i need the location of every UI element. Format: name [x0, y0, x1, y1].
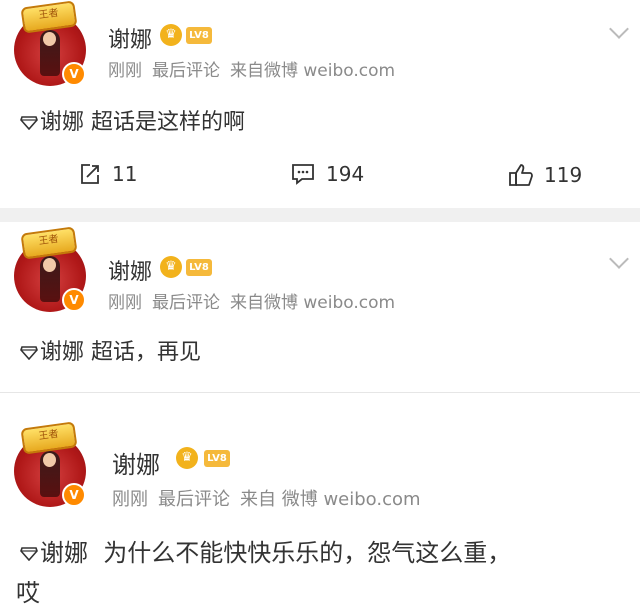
- crown-icon: ♛: [176, 447, 198, 469]
- post-meta: 刚刚 最后评论 来自 微博 weibo.com: [112, 485, 431, 511]
- comment-button[interactable]: 194: [290, 162, 364, 186]
- avatar-face: [43, 258, 56, 272]
- post-time: 刚刚: [112, 489, 148, 510]
- avatar-face: [43, 32, 56, 46]
- post-meta: 刚刚 最后评论 来自微博 weibo.com: [108, 288, 405, 313]
- verified-v-icon: V: [62, 288, 86, 312]
- username[interactable]: 谢娜: [108, 22, 152, 54]
- crown-icon: ♛: [160, 256, 182, 278]
- level-badge: LV8: [186, 27, 212, 44]
- super-topic-diamond-icon: [20, 547, 38, 561]
- post-source: 来自微博 weibo.com: [230, 293, 396, 313]
- repost-button[interactable]: 11: [78, 162, 137, 186]
- verified-v-icon: V: [62, 62, 86, 86]
- chevron-down-icon[interactable]: [609, 249, 629, 269]
- post-text: 超话，再见: [91, 340, 202, 365]
- chevron-down-icon[interactable]: [609, 19, 629, 39]
- super-topic-diamond-icon: [20, 116, 38, 130]
- post-text-line2: 哎: [16, 579, 40, 607]
- level-badge: LV8: [204, 450, 230, 467]
- post-meta: 刚刚 最后评论 来自微博 weibo.com: [108, 56, 405, 81]
- username[interactable]: 谢娜: [112, 445, 160, 480]
- super-topic-tag[interactable]: 谢娜: [40, 110, 84, 135]
- super-topic-diamond-icon: [20, 346, 38, 360]
- post-source: 来自微博 weibo.com: [230, 61, 396, 81]
- username[interactable]: 谢娜: [108, 254, 152, 286]
- verified-v-icon: V: [62, 483, 86, 507]
- comment-icon: [292, 164, 314, 185]
- post-time: 刚刚: [108, 293, 142, 313]
- post-time: 刚刚: [108, 61, 142, 81]
- post-source: 来自 微博 weibo.com: [240, 489, 421, 510]
- post-sort: 最后评论: [152, 61, 220, 81]
- post-text: 超话是这样的啊: [91, 110, 246, 135]
- comment-count: 194: [326, 162, 365, 186]
- repost-count: 11: [112, 162, 138, 186]
- like-count: 119: [544, 163, 583, 187]
- post-text-line1: 为什么不能快快乐乐的，怨气这么重，: [103, 539, 512, 567]
- super-topic-tag[interactable]: 谢娜: [40, 340, 84, 365]
- post-content: 谢娜 为什么不能快快乐乐的，怨气这么重，: [20, 533, 511, 568]
- post-separator: [0, 208, 640, 222]
- post-2: 王者 V 谢娜 ♛ LV8 刚刚 最后评论 来自微博 weibo.com 谢娜 超话…: [0, 222, 640, 390]
- like-button[interactable]: 119: [508, 162, 582, 188]
- repost-icon: [81, 164, 99, 184]
- post-content: 谢娜 超话是这样的啊: [20, 104, 245, 136]
- super-topic-tag[interactable]: 谢娜: [40, 539, 88, 567]
- level-badge: LV8: [186, 259, 212, 276]
- post-sort: 最后评论: [152, 293, 220, 313]
- like-icon: [509, 164, 533, 186]
- post-content: 谢娜 超话，再见: [20, 334, 201, 366]
- post-1: 王者 V 谢娜 ♛ LV8 刚刚 最后评论 来自微博 weibo.com 谢娜 超话…: [0, 0, 640, 208]
- avatar-face: [43, 453, 56, 467]
- post-sort: 最后评论: [158, 489, 230, 510]
- post-3: 王者 V 谢娜 ♛ LV8 刚刚 最后评论 来自 微博 weibo.com 谢娜 为…: [0, 393, 640, 616]
- crown-icon: ♛: [160, 24, 182, 46]
